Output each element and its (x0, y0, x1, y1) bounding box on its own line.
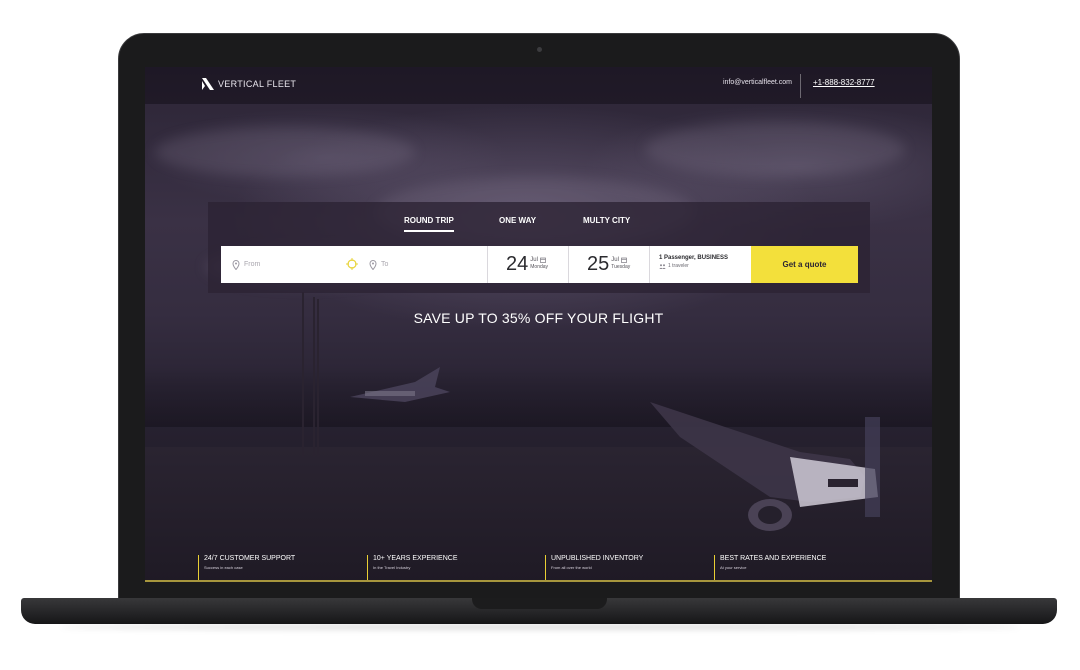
bottom-accent-line (145, 580, 932, 582)
traveler-count: 1 traveler (668, 263, 689, 269)
trip-type-tabs: ROUND TRIP ONE WAY MULTY CITY (208, 216, 870, 236)
feature-subtitle: At your service (720, 565, 747, 570)
tab-multy-city[interactable]: MULTY CITY (583, 216, 630, 225)
promo-headline: SAVE UP TO 35% OFF YOUR FLIGHT (413, 310, 664, 326)
laptop-shadow (60, 624, 1020, 630)
passenger-class-label: 1 Passenger, BUSINESS (659, 255, 729, 261)
get-quote-button[interactable]: Get a quote (751, 246, 858, 283)
feature-strip: 24/7 CUSTOMER SUPPORT Success in each ca… (145, 551, 932, 582)
laptop-camera (537, 47, 542, 52)
cloud (645, 122, 905, 177)
logo[interactable]: VERTICAL FLEET (201, 77, 296, 91)
from-placeholder: From (244, 261, 261, 268)
feature-item: UNPUBLISHED INVENTORY From all over the … (545, 555, 643, 580)
calendar-icon (540, 257, 546, 263)
phone-link[interactable]: +1-888-832-8777 (813, 78, 875, 87)
logo-text: VERTICAL FLEET (218, 79, 297, 89)
feature-item: BEST RATES AND EXPERIENCE At your servic… (714, 555, 826, 580)
return-month: Jul (611, 257, 619, 263)
field-divider (568, 246, 569, 283)
search-bar: From To 24 Jul Monday 25 Jul Tuesday 1 P… (221, 246, 858, 283)
location-pin-icon (369, 259, 377, 270)
feature-title: BEST RATES AND EXPERIENCE (720, 555, 827, 562)
from-field[interactable]: From (232, 246, 352, 283)
person-icon (659, 263, 666, 269)
to-placeholder: To (381, 261, 389, 268)
tab-one-way[interactable]: ONE WAY (499, 216, 536, 225)
calendar-icon (621, 257, 627, 263)
distant-airplane-image (350, 367, 450, 402)
depart-month: Jul (530, 257, 538, 263)
swap-icon[interactable] (346, 258, 358, 270)
website-screen: VERTICAL FLEET info@verticalfleet.com +1… (145, 67, 932, 582)
depart-weekday: Monday (530, 264, 549, 270)
feature-subtitle: From all over the world (551, 565, 592, 570)
feature-subtitle: Success in each case (204, 565, 243, 570)
return-weekday: Tuesday (611, 264, 631, 270)
feature-subtitle: In the Travel Industry (373, 565, 411, 570)
return-date[interactable]: 25 Jul Tuesday (587, 251, 630, 277)
return-day: 25 (587, 253, 610, 275)
field-divider (649, 246, 650, 283)
email-link[interactable]: info@verticalfleet.com (723, 79, 792, 86)
field-divider (487, 246, 488, 283)
passenger-selector[interactable]: 1 Passenger, BUSINESS 1 traveler (659, 255, 728, 269)
tab-round-trip[interactable]: ROUND TRIP (404, 216, 454, 232)
to-field[interactable]: To (369, 246, 489, 283)
depart-date[interactable]: 24 Jul Monday (506, 251, 548, 277)
feature-title: UNPUBLISHED INVENTORY (551, 555, 644, 562)
cloud (155, 127, 415, 177)
location-pin-icon (232, 259, 240, 270)
feature-title: 24/7 CUSTOMER SUPPORT (204, 555, 296, 562)
airplane-image (650, 402, 880, 531)
flight-search-panel: ROUND TRIP ONE WAY MULTY CITY From To 24… (208, 202, 870, 293)
header-divider (800, 74, 801, 98)
feature-title: 10+ YEARS EXPERIENCE (373, 555, 458, 562)
site-header: VERTICAL FLEET info@verticalfleet.com +1… (145, 67, 932, 104)
feature-item: 24/7 CUSTOMER SUPPORT Success in each ca… (198, 555, 295, 580)
logo-mark-icon (202, 78, 214, 90)
laptop-notch (472, 598, 607, 609)
feature-item: 10+ YEARS EXPERIENCE In the Travel Indus… (367, 555, 458, 580)
depart-day: 24 (506, 253, 529, 275)
